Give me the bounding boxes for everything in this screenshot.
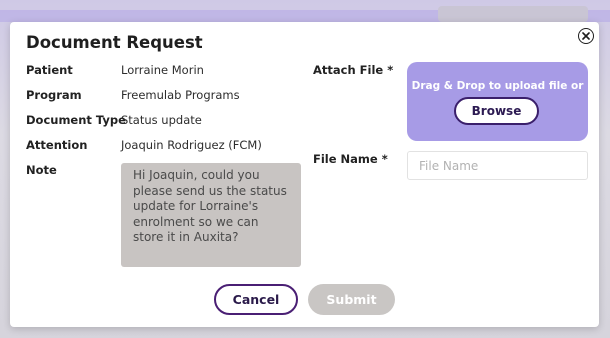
program-value: Freemulab Programs	[121, 88, 240, 102]
cancel-button[interactable]: Cancel	[214, 284, 298, 315]
backdrop-element	[438, 6, 588, 22]
patient-label: Patient	[26, 63, 73, 77]
close-button[interactable]	[578, 28, 594, 44]
note-label: Note	[26, 163, 57, 177]
document-request-dialog: Document Request Patient Lorraine Morin …	[10, 22, 599, 327]
close-icon	[582, 32, 590, 40]
document-type-value: Status update	[121, 113, 202, 127]
document-type-label: Document Type	[26, 113, 126, 127]
patient-value: Lorraine Morin	[121, 63, 204, 77]
program-label: Program	[26, 88, 82, 102]
dialog-title: Document Request	[26, 33, 203, 52]
submit-button[interactable]: Submit	[308, 284, 395, 315]
file-dropzone[interactable]: Drag & Drop to upload file or Browse	[407, 62, 588, 141]
file-name-label: File Name *	[313, 152, 388, 166]
attention-value: Joaquin Rodriguez (FCM)	[121, 138, 262, 152]
attach-file-label: Attach File *	[313, 63, 394, 77]
attention-label: Attention	[26, 138, 88, 152]
note-textarea[interactable]: Hi Joaquin, could you please send us the…	[121, 163, 301, 267]
browse-button[interactable]: Browse	[454, 97, 539, 125]
dropzone-text: Drag & Drop to upload file or	[411, 80, 584, 92]
file-name-input[interactable]	[407, 151, 588, 180]
